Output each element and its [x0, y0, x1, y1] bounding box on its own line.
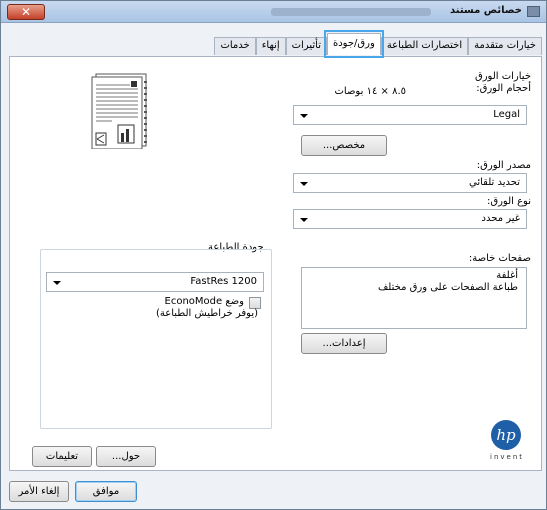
tab-paper-quality[interactable]: ورق/جودة: [323, 30, 384, 58]
special-pages-item-different-paper[interactable]: طباعة الصفحات على ورق مختلف: [378, 282, 518, 293]
about-button[interactable]: حول...: [96, 446, 156, 467]
window-title: خصائص مستند: [449, 5, 522, 16]
cancel-button[interactable]: إلغاء الأمر: [9, 481, 69, 502]
title-bar[interactable]: ✕ خصائص مستند: [1, 1, 546, 23]
tab-strip: خيارات متقدمة اختصارات الطباعة ورق/جودة …: [214, 30, 542, 58]
printer-icon: [527, 6, 540, 17]
title-printer-name-blurred: [271, 8, 431, 16]
special-pages-list[interactable]: أغلفة طباعة الصفحات على ورق مختلف: [301, 267, 527, 329]
special-pages-label: صفحات خاصة:: [468, 253, 531, 264]
svg-text:hp: hp: [496, 426, 516, 444]
paper-source-value: تحديد تلقائي: [468, 177, 520, 188]
chevron-down-icon: [300, 218, 308, 222]
print-quality-value: FastRes 1200: [190, 276, 257, 287]
paper-type-label: نوع الورق:: [486, 196, 531, 207]
paper-options-heading: خيارات الورق: [474, 71, 531, 82]
paper-type-value: غير محدد: [481, 213, 520, 224]
paper-size-dimensions: ٨.٥ × ١٤ بوصات: [334, 86, 406, 97]
paper-preview-image: [82, 73, 164, 150]
close-button[interactable]: ✕: [7, 4, 45, 20]
special-pages-settings-button[interactable]: إعدادات...: [301, 333, 387, 354]
economode-label[interactable]: وضع EconoMode: [165, 296, 244, 307]
paper-source-label: مصدر الورق:: [476, 160, 531, 171]
paper-source-select[interactable]: تحديد تلقائي: [293, 173, 527, 193]
paper-type-select[interactable]: غير محدد: [293, 209, 527, 229]
economode-sublabel: (يوفر خراطيش الطباعة): [155, 308, 258, 319]
special-pages-item-covers[interactable]: أغلفة: [496, 270, 518, 281]
ok-button[interactable]: موافق: [75, 481, 137, 502]
chevron-down-icon: [53, 281, 61, 285]
hp-tagline: invent: [490, 453, 525, 461]
paper-size-select[interactable]: Legal: [293, 105, 527, 125]
chevron-down-icon: [300, 182, 308, 186]
tab-panel-paper-quality: خيارات الورق أحجام الورق: ٨.٥ × ١٤ بوصات…: [9, 56, 542, 471]
tab-finishing[interactable]: إنهاء: [255, 37, 286, 55]
tab-services[interactable]: خدمات: [214, 37, 256, 55]
tab-effects[interactable]: تأثيرات: [285, 37, 327, 55]
hp-invent-logo: hp invent: [484, 417, 528, 465]
help-button[interactable]: تعليمات: [32, 446, 92, 467]
tab-printing-shortcuts[interactable]: اختصارات الطباعة: [380, 37, 469, 55]
chevron-down-icon: [300, 114, 308, 118]
paper-size-value: Legal: [493, 109, 520, 120]
custom-paper-size-button[interactable]: مخصص...: [301, 135, 387, 156]
tab-advanced[interactable]: خيارات متقدمة: [468, 37, 542, 55]
document-properties-window: ✕ خصائص مستند خيارات متقدمة اختصارات الط…: [0, 0, 547, 510]
paper-size-label: أحجام الورق:: [476, 83, 531, 94]
print-quality-select[interactable]: FastRes 1200: [46, 272, 264, 292]
